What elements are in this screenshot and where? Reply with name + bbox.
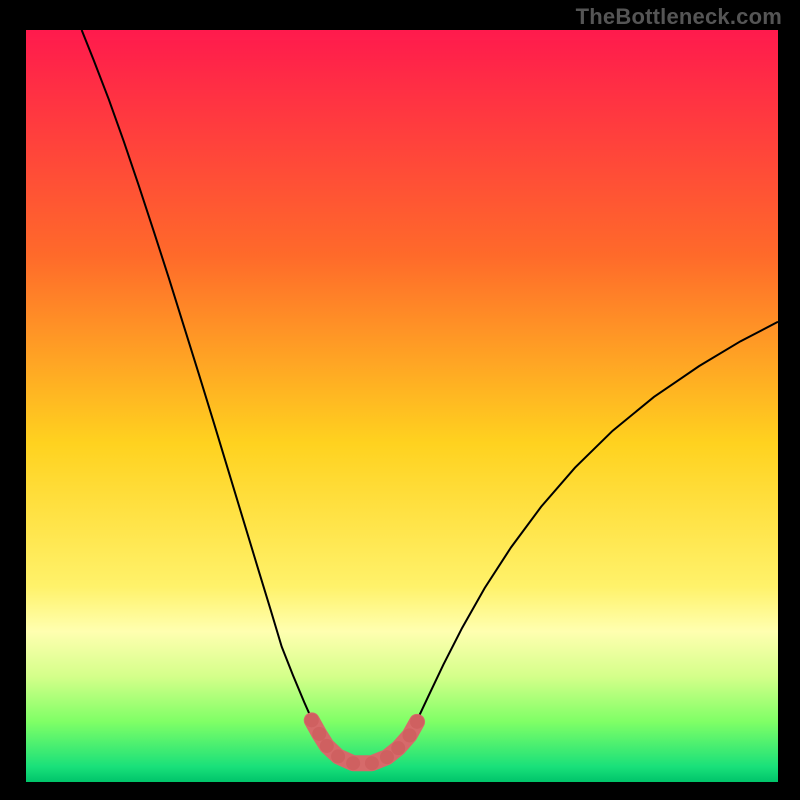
chart-frame: TheBottleneck.com xyxy=(0,0,800,800)
series-highlight-dots-point xyxy=(331,749,345,763)
series-highlight-dots-point xyxy=(312,727,326,741)
chart-background xyxy=(26,30,778,782)
series-highlight-dots-point xyxy=(391,741,405,755)
series-highlight-dots-point xyxy=(305,713,319,727)
watermark-text: TheBottleneck.com xyxy=(576,4,782,30)
series-highlight-dots-point xyxy=(346,756,360,770)
series-highlight-dots-point xyxy=(403,728,417,742)
chart-plot xyxy=(26,30,778,782)
chart-svg xyxy=(26,30,778,782)
series-highlight-dots-point xyxy=(320,739,334,753)
series-highlight-dots-point xyxy=(380,750,394,764)
series-highlight-dots-point xyxy=(410,715,424,729)
series-highlight-dots-point xyxy=(365,756,379,770)
